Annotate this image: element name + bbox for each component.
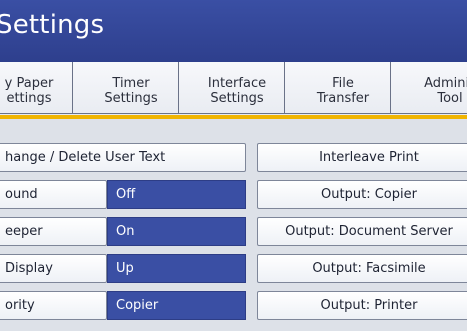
tab-label-line1: y Paper xyxy=(4,76,54,91)
tab-label-line1: Adminis xyxy=(424,76,466,91)
priority-label-button[interactable]: ority xyxy=(0,291,107,320)
tab-label-line2: Tool xyxy=(437,91,463,106)
tab-paper-settings[interactable]: y Paper ettings xyxy=(0,62,84,114)
output-facsimile-button[interactable]: Output: Facsimile xyxy=(257,254,467,283)
tab-interface-settings[interactable]: Interface Settings xyxy=(178,62,296,114)
display-label-button[interactable]: Display xyxy=(0,254,107,283)
beeper-value[interactable]: On xyxy=(107,217,246,246)
tab-administrator-tools[interactable]: Adminis Tool xyxy=(390,62,467,114)
tab-label-line1: File xyxy=(332,76,354,91)
title-bar: Settings xyxy=(0,0,467,62)
tab-strip: y Paper ettings Timer Settings Interface… xyxy=(0,62,467,118)
tab-label-line2: Transfer xyxy=(316,91,370,106)
output-printer-button[interactable]: Output: Printer xyxy=(257,291,467,320)
interleave-print-button[interactable]: Interleave Print xyxy=(257,143,467,172)
display-value[interactable]: Up xyxy=(107,254,246,283)
page-title: Settings xyxy=(0,10,105,40)
beeper-label-button[interactable]: eeper xyxy=(0,217,107,246)
output-copier-button[interactable]: Output: Copier xyxy=(257,180,467,209)
tab-label-line1: Timer xyxy=(112,76,150,91)
sound-label-button[interactable]: ound xyxy=(0,180,107,209)
tab-label-line1: Interface xyxy=(207,76,267,91)
tab-file-transfer[interactable]: File Transfer xyxy=(284,62,402,114)
tab-label-line2: ettings xyxy=(6,91,52,106)
tab-label-line2: Settings xyxy=(104,91,158,106)
change-delete-user-text-button[interactable]: hange / Delete User Text xyxy=(0,143,246,172)
sound-value[interactable]: Off xyxy=(107,180,246,209)
output-document-server-button[interactable]: Output: Document Server xyxy=(257,217,467,246)
tab-label-line2: Settings xyxy=(210,91,264,106)
priority-value[interactable]: Copier xyxy=(107,291,246,320)
tab-timer-settings[interactable]: Timer Settings xyxy=(72,62,190,114)
